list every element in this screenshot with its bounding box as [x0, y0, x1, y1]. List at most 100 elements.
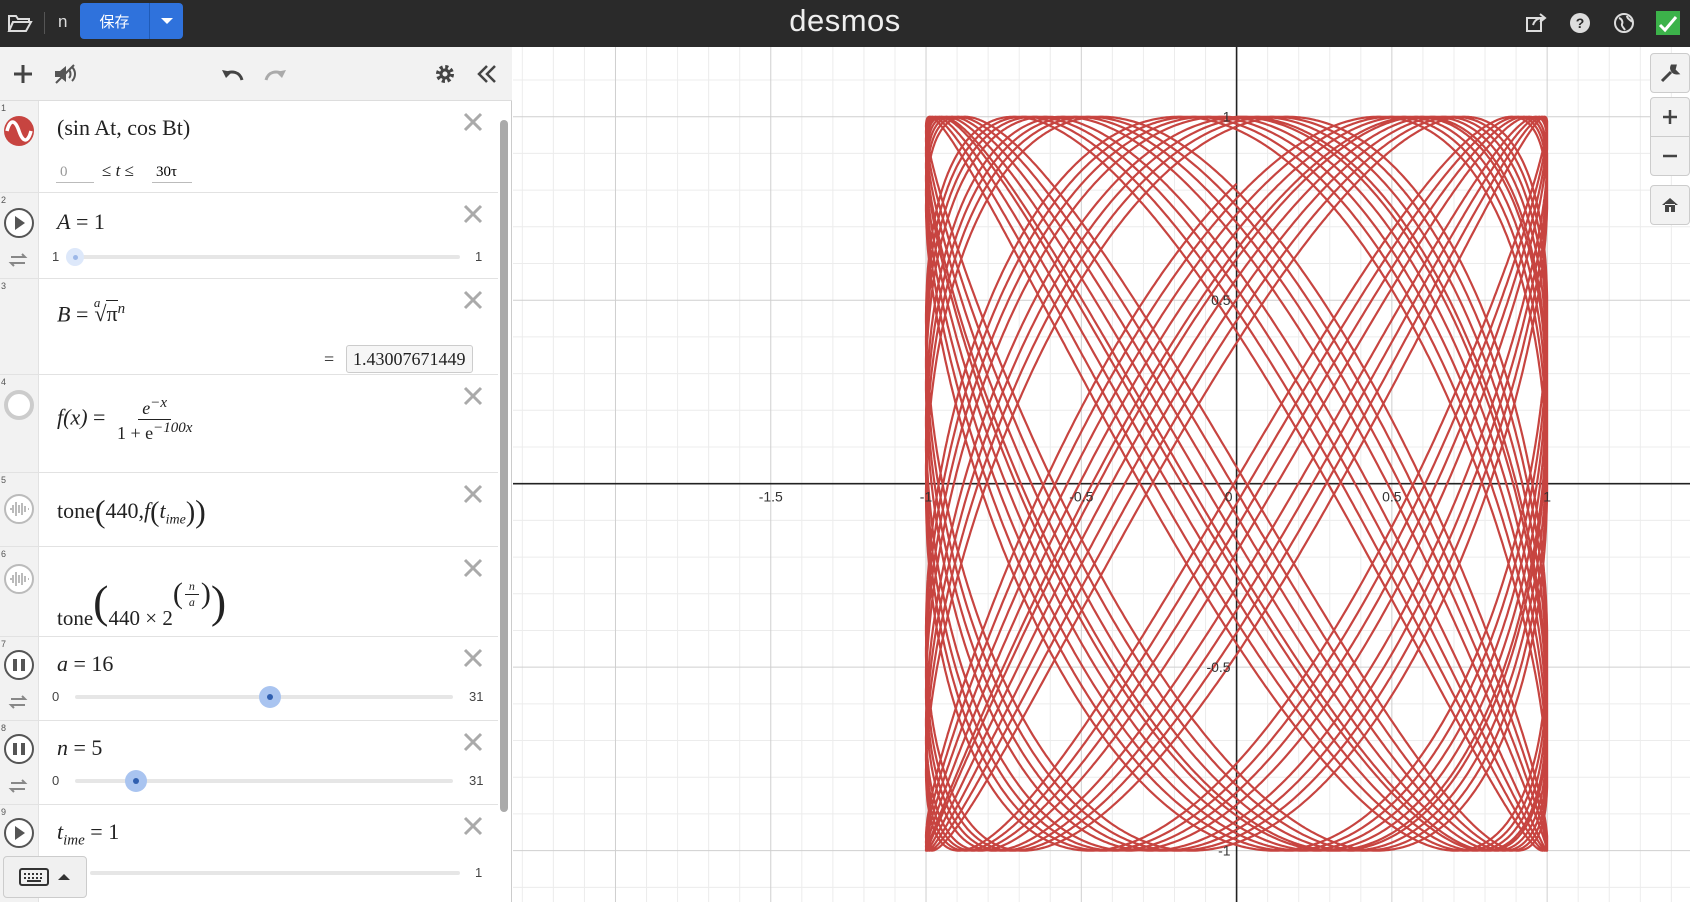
expression-row[interactable]: 5 tone(440,f(time)): [0, 473, 498, 547]
redo-icon[interactable]: [260, 59, 290, 89]
play-icon[interactable]: [3, 207, 34, 238]
variable-value: 5: [91, 735, 103, 760]
x-tick-label: 0: [1225, 489, 1233, 505]
variable-name: A: [57, 209, 71, 234]
gear-icon[interactable]: [430, 59, 460, 89]
slider-min[interactable]: 0: [52, 689, 59, 704]
close-icon[interactable]: [462, 557, 484, 579]
save-label[interactable]: 保存: [80, 3, 149, 39]
globe-icon[interactable]: [1609, 8, 1639, 38]
close-icon[interactable]: [462, 731, 484, 753]
x-tick-label: 0.5: [1382, 489, 1402, 505]
chevron-down-icon[interactable]: [149, 3, 183, 39]
expression-math[interactable]: tone(440 × 2(n a)): [57, 563, 226, 630]
expression-number: 5: [1, 475, 7, 485]
parametric-curve-icon[interactable]: [3, 115, 34, 146]
slider-track[interactable]: [66, 255, 460, 259]
pause-icon[interactable]: [3, 733, 34, 764]
help-icon[interactable]: ?: [1565, 8, 1595, 38]
slider-max[interactable]: 31: [469, 773, 483, 788]
svg-text:?: ?: [1576, 15, 1585, 31]
waveform-icon[interactable]: [3, 563, 34, 594]
loop-icon[interactable]: [3, 251, 33, 269]
expression-math[interactable]: tone(440,f(time)): [57, 493, 206, 530]
expression-row[interactable]: 3 B = a√πn = 1.43007671449: [0, 279, 498, 375]
expression-number: 7: [1, 639, 7, 649]
t-bounds-label: ≤ t ≤: [102, 161, 134, 180]
close-icon[interactable]: [462, 815, 484, 837]
close-icon[interactable]: [462, 111, 484, 133]
x-tick-label: -0.5: [1069, 489, 1093, 505]
expression-row[interactable]: 8 n = 5 0 31: [0, 721, 498, 805]
fraction-denominator: a: [188, 594, 195, 609]
expression-row[interactable]: 6 tone(440 × 2(n a)): [0, 547, 498, 637]
add-expression-button[interactable]: [8, 59, 38, 89]
close-icon[interactable]: [462, 203, 484, 225]
expression-row[interactable]: 4 f(x) = e−x 1 + e−100x: [0, 375, 498, 473]
expression-math[interactable]: f(x) = e−x 1 + e−100x: [57, 395, 198, 444]
slider-expression[interactable]: A = 1: [57, 209, 105, 235]
desmos-logo: desmos: [789, 3, 901, 38]
expression-math[interactable]: (sin At, cos Bt): [57, 115, 190, 141]
slider-expression[interactable]: time = 1: [57, 819, 119, 849]
expression-number: 4: [1, 377, 7, 387]
fraction-numerator: n: [188, 578, 195, 593]
wrench-icon[interactable]: [1650, 53, 1690, 93]
t-min-input[interactable]: 0: [56, 161, 94, 183]
slider-min[interactable]: 1: [52, 249, 59, 264]
numerator-exponent: −x: [150, 395, 168, 411]
graph-canvas[interactable]: -1.5 -1 -0.5 0 0.5 1 1 0.5 -0.5 -1: [513, 47, 1690, 902]
fraction: e−x 1 + e−100x: [113, 395, 196, 444]
expression-number: 3: [1, 281, 7, 291]
slider-max[interactable]: 1: [475, 249, 482, 264]
slider-expression[interactable]: a = 16: [57, 651, 113, 677]
t-variable: t: [115, 161, 121, 180]
expression-number: 6: [1, 549, 7, 559]
argument: 440: [105, 498, 139, 523]
user-icon[interactable]: [1653, 8, 1683, 38]
folder-open-icon[interactable]: [5, 8, 35, 38]
pause-icon[interactable]: [3, 649, 34, 680]
undo-icon[interactable]: [218, 59, 248, 89]
panel-scrollbar[interactable]: [500, 120, 508, 812]
expression-gutter: [0, 279, 39, 374]
expression-row[interactable]: 7 a = 16 0 31: [0, 637, 498, 721]
graph-title[interactable]: n: [58, 12, 67, 32]
expression-math[interactable]: B = a√πn: [57, 295, 125, 327]
slider-track[interactable]: [90, 871, 460, 875]
share-icon[interactable]: [1521, 8, 1551, 38]
expression-number: 1: [1, 103, 7, 113]
variable-subscript: ime: [63, 832, 85, 849]
close-icon[interactable]: [462, 289, 484, 311]
expression-row[interactable]: 1 (sin At, cos Bt) 0 ≤ t ≤ 30τ: [0, 101, 498, 193]
waveform-icon[interactable]: [3, 493, 34, 524]
slider-min[interactable]: 0: [52, 773, 59, 788]
close-icon[interactable]: [462, 385, 484, 407]
mute-icon[interactable]: [50, 59, 80, 89]
expression-row[interactable]: 2 A = 1 1 1: [0, 193, 498, 279]
slider-max[interactable]: 1: [475, 865, 482, 880]
save-button[interactable]: 保存: [80, 3, 183, 39]
variable-name: n: [57, 735, 68, 760]
slider-thumb[interactable]: [124, 770, 147, 792]
variable-name: a: [57, 651, 68, 676]
loop-icon[interactable]: [3, 693, 33, 711]
slider-thumb[interactable]: [259, 686, 282, 708]
play-icon[interactable]: [3, 817, 34, 848]
expression-number: 2: [1, 195, 7, 205]
graph-paper[interactable]: -1.5 -1 -0.5 0 0.5 1 1 0.5 -0.5 -1: [513, 47, 1690, 902]
t-max-input[interactable]: 30τ: [152, 161, 192, 183]
slider-expression[interactable]: n = 5: [57, 735, 102, 761]
home-icon[interactable]: [1650, 185, 1690, 225]
variable-value: 1: [93, 209, 105, 234]
keyboard-toggle-button[interactable]: [3, 856, 87, 898]
hidden-graph-icon[interactable]: [3, 389, 34, 420]
collapse-panel-icon[interactable]: [472, 59, 502, 89]
close-icon[interactable]: [462, 647, 484, 669]
zoom-out-button[interactable]: [1650, 136, 1690, 176]
close-icon[interactable]: [462, 483, 484, 505]
slider-thumb[interactable]: [66, 248, 84, 266]
loop-icon[interactable]: [3, 777, 33, 795]
slider-max[interactable]: 31: [469, 689, 483, 704]
zoom-in-button[interactable]: [1650, 97, 1690, 137]
